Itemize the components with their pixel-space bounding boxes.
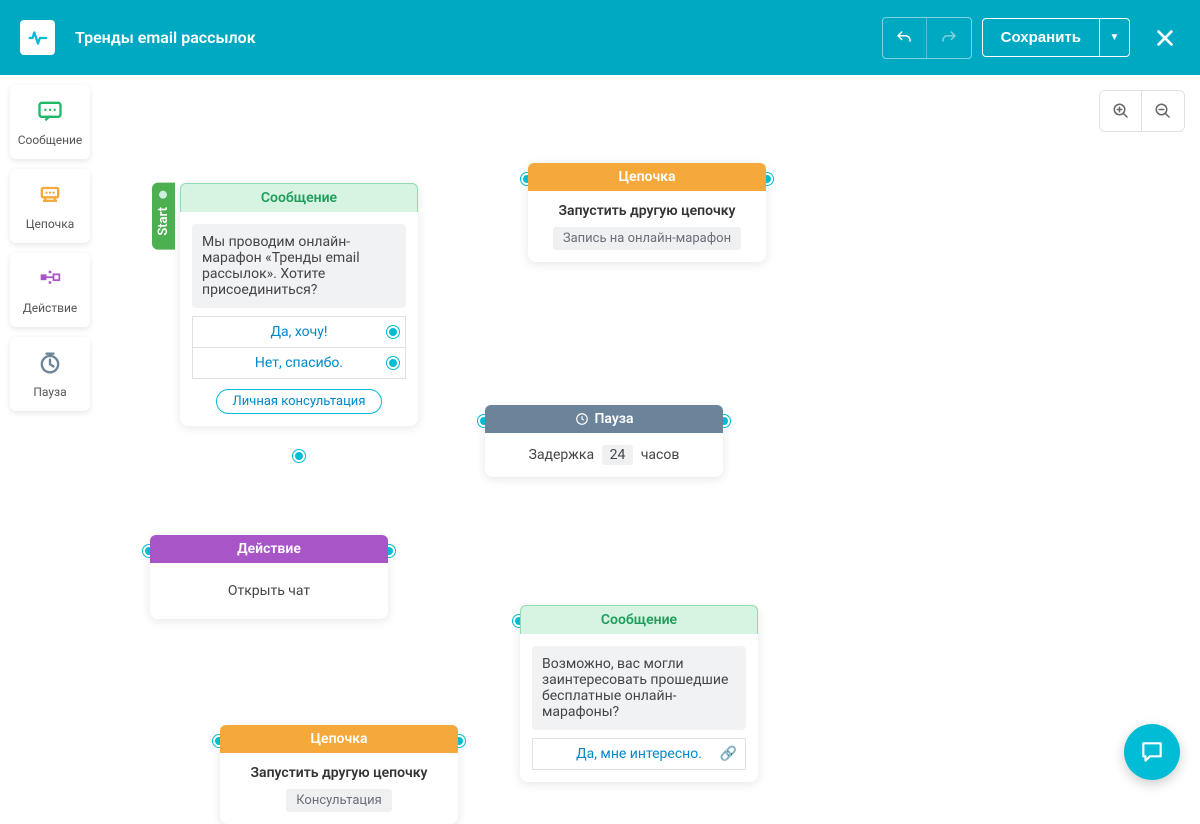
chat-icon	[1139, 739, 1165, 765]
sidebar-item-chain[interactable]: Цепочка	[10, 169, 90, 243]
node-subtitle: Запустить другую цепочку	[232, 765, 446, 781]
node-body: Запустить другую цепочку Запись на онлай…	[528, 191, 766, 262]
undo-button[interactable]	[883, 18, 927, 58]
node-body: Открыть чат	[150, 563, 388, 619]
node-chain-marathon[interactable]: Цепочка Запустить другую цепочку Запись …	[528, 163, 766, 262]
topbar: Тренды email рассылок Сохранить ▼	[0, 0, 1200, 75]
save-button[interactable]: Сохранить	[983, 19, 1099, 56]
node-header: Действие	[150, 535, 388, 563]
clock-icon	[575, 412, 589, 426]
message-icon	[36, 97, 64, 125]
node-message-start[interactable]: Start Сообщение Мы проводим онлайн-мараф…	[180, 183, 418, 426]
chip-wrap: Личная консультация	[192, 379, 406, 414]
redo-button[interactable]	[927, 18, 971, 58]
delay-prefix: Задержка	[529, 447, 594, 463]
option-label: Нет, спасибо.	[255, 355, 343, 371]
chain-icon	[36, 181, 64, 209]
node-header: Цепочка	[528, 163, 766, 191]
node-header: Цепочка	[220, 725, 458, 753]
node-subtitle: Запустить другую цепочку	[540, 203, 754, 219]
workspace[interactable]: Сообщение Цепочка Действие Пауза	[0, 75, 1200, 800]
zoom-controls	[1099, 90, 1185, 132]
option-yes[interactable]: Да, хочу!	[192, 316, 406, 348]
sidebar-item-label: Цепочка	[26, 217, 74, 231]
sidebar: Сообщение Цепочка Действие Пауза	[10, 85, 90, 411]
zoom-in-button[interactable]	[1100, 91, 1142, 131]
page-title: Тренды email рассылок	[75, 28, 256, 47]
node-chain-consult[interactable]: Цепочка Запустить другую цепочку Консуль…	[220, 725, 458, 824]
sidebar-item-label: Действие	[23, 301, 78, 315]
sidebar-item-pause[interactable]: Пауза	[10, 337, 90, 411]
delay-value: 24	[602, 445, 634, 465]
redo-icon	[940, 29, 958, 47]
node-header: Сообщение	[520, 605, 758, 634]
close-button[interactable]	[1150, 23, 1180, 53]
pulse-icon	[27, 27, 49, 49]
node-header: Пауза	[485, 405, 723, 433]
app-logo	[20, 20, 55, 55]
zoom-out-button[interactable]	[1142, 91, 1184, 131]
save-group: Сохранить ▼	[982, 18, 1130, 57]
sidebar-item-message[interactable]: Сообщение	[10, 85, 90, 159]
message-text: Мы проводим онлайн-марафон «Тренды email…	[192, 224, 406, 308]
zoom-out-icon	[1154, 102, 1172, 120]
sidebar-item-action[interactable]: Действие	[10, 253, 90, 327]
node-pause[interactable]: Пауза Задержка 24 часов	[485, 405, 723, 477]
option-no[interactable]: Нет, спасибо.	[192, 348, 406, 379]
consult-chip[interactable]: Личная консультация	[216, 389, 383, 414]
node-body: Мы проводим онлайн-марафон «Тренды email…	[180, 212, 418, 426]
port-out[interactable]	[158, 189, 170, 201]
start-label: Start	[156, 207, 171, 236]
pause-icon	[36, 349, 64, 377]
undo-redo-group	[882, 17, 972, 59]
zoom-in-icon	[1112, 102, 1130, 120]
node-title: Пауза	[595, 411, 634, 427]
undo-icon	[895, 29, 913, 47]
link-icon: 🔗	[720, 746, 737, 762]
node-body: Задержка 24 часов	[485, 433, 723, 477]
node-action-openchat[interactable]: Действие Открыть чат	[150, 535, 388, 619]
close-icon	[1154, 27, 1176, 49]
port-out[interactable]	[387, 357, 399, 369]
option-interested[interactable]: Да, мне интересно. 🔗	[532, 738, 746, 770]
port-out[interactable]	[293, 450, 305, 462]
sidebar-item-label: Пауза	[33, 385, 66, 399]
chat-fab[interactable]	[1124, 724, 1180, 780]
start-tab: Start	[152, 183, 175, 250]
node-body: Возможно, вас могли заинтересовать проше…	[520, 634, 758, 782]
save-dropdown-button[interactable]: ▼	[1099, 19, 1129, 56]
option-label: Да, мне интересно.	[576, 746, 702, 762]
delay-suffix: часов	[641, 447, 680, 463]
canvas: Start Сообщение Мы проводим онлайн-мараф…	[0, 75, 1200, 800]
node-header: Сообщение	[180, 183, 418, 212]
node-body: Запустить другую цепочку Консультация	[220, 753, 458, 824]
action-icon	[36, 265, 64, 293]
option-label: Да, хочу!	[270, 324, 327, 340]
node-message-followup[interactable]: Сообщение Возможно, вас могли заинтересо…	[520, 605, 758, 782]
port-out[interactable]	[387, 326, 399, 338]
message-text: Возможно, вас могли заинтересовать проше…	[532, 646, 746, 730]
chain-tag: Запись на онлайн-марафон	[553, 227, 741, 250]
chain-tag: Консультация	[286, 789, 391, 812]
top-actions: Сохранить ▼	[882, 17, 1180, 59]
sidebar-item-label: Сообщение	[18, 133, 83, 147]
